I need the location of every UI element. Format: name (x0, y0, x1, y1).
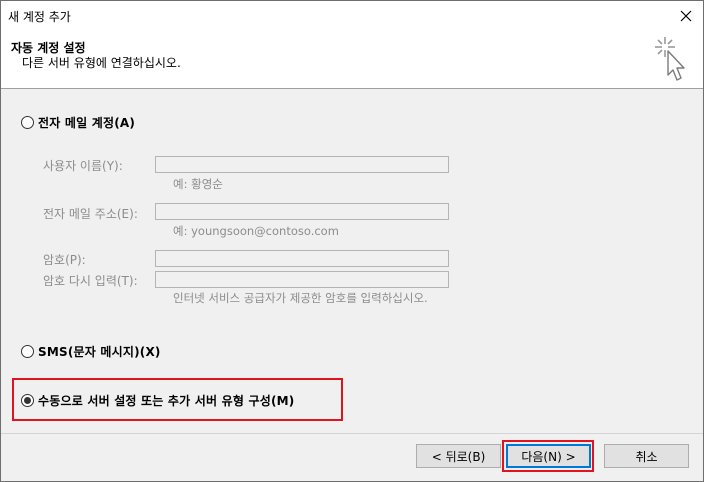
footer-divider (1, 433, 703, 434)
password-hint: 인터넷 서비스 공급자가 제공한 암호를 입력하십시오. (173, 291, 428, 305)
manual-setup-label: 수동으로 서버 설정 또는 추가 서버 유형 구성(M) (38, 394, 295, 408)
email-address-input[interactable] (155, 203, 449, 220)
username-label: 사용자 이름(Y): (43, 159, 123, 173)
sms-option[interactable]: SMS(문자 메시지)(X) (21, 343, 161, 360)
password-label: 암호(P): (43, 253, 86, 267)
close-icon (680, 10, 692, 22)
close-button[interactable] (669, 1, 703, 31)
cursor-click-icon (655, 37, 685, 81)
window-title: 새 계정 추가 (8, 10, 71, 24)
email-account-option[interactable]: 전자 메일 계정(A) (21, 114, 135, 131)
email-address-label: 전자 메일 주소(E): (43, 207, 138, 221)
back-button[interactable]: < 뒤로(B) (416, 444, 501, 468)
email-address-hint: 예: youngsoon@contoso.com (173, 224, 339, 238)
username-hint: 예: 황영순 (173, 177, 223, 191)
username-input[interactable] (155, 156, 449, 173)
sms-radio[interactable] (21, 345, 34, 358)
retype-password-input[interactable] (155, 271, 449, 288)
add-account-dialog: 새 계정 추가 자동 계정 설정 다른 서버 유형에 연결하십시오. 전자 메일… (0, 0, 704, 482)
email-account-radio[interactable] (21, 116, 34, 129)
email-account-label: 전자 메일 계정(A) (38, 116, 136, 130)
password-input[interactable] (155, 250, 449, 267)
cancel-button[interactable]: 취소 (604, 444, 689, 468)
header-subtitle: 다른 서버 유형에 연결하십시오. (22, 56, 181, 70)
sms-label: SMS(문자 메시지)(X) (38, 345, 161, 359)
next-button[interactable]: 다음(N) > (506, 444, 591, 468)
manual-setup-radio[interactable] (21, 394, 34, 407)
title-bar: 새 계정 추가 (1, 1, 703, 31)
manual-setup-option[interactable]: 수동으로 서버 설정 또는 추가 서버 유형 구성(M) (21, 392, 294, 409)
retype-password-label: 암호 다시 입력(T): (43, 274, 138, 288)
wizard-header: 자동 계정 설정 다른 서버 유형에 연결하십시오. (1, 31, 703, 89)
